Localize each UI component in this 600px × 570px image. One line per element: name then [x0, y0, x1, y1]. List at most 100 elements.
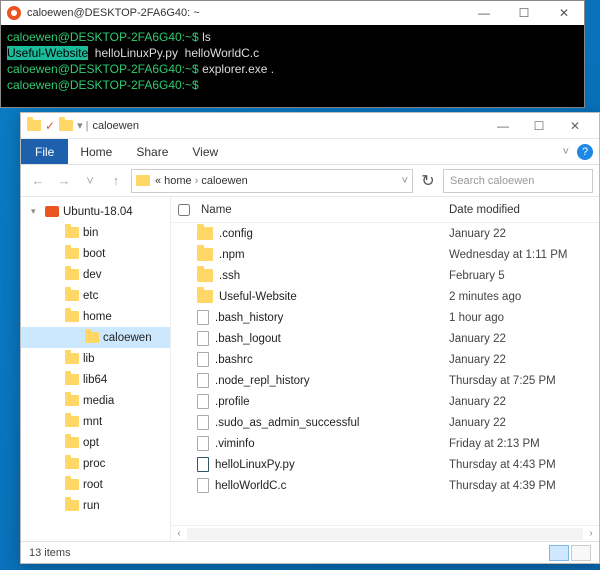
file-row[interactable]: helloWorldC.cThursday at 4:39 PM — [171, 475, 599, 496]
explorer-titlebar[interactable]: ✓ ▾ | caloewen — ☐ ✕ — [21, 113, 599, 139]
folder-icon — [65, 395, 79, 406]
tree-item[interactable]: root — [21, 474, 170, 495]
minimize-button[interactable]: — — [485, 113, 521, 139]
breadcrumb-seg[interactable]: caloewen — [201, 175, 247, 187]
tree-item[interactable]: lib64 — [21, 369, 170, 390]
tree-label: boot — [83, 248, 105, 260]
file-date: Thursday at 4:39 PM — [449, 480, 599, 492]
tree-item[interactable]: mnt — [21, 411, 170, 432]
folder-icon — [65, 479, 79, 490]
maximize-button[interactable]: ☐ — [510, 6, 538, 20]
sidebar-tree[interactable]: ▾ Ubuntu-18.04 bin boot dev etchomecaloewen… — [21, 197, 171, 541]
close-button[interactable]: ✕ — [557, 113, 593, 139]
help-icon[interactable]: ? — [577, 144, 593, 160]
file-date: January 22 — [449, 228, 599, 240]
breadcrumb-seg[interactable]: home — [164, 175, 192, 187]
terminal-titlebar[interactable]: caloewen@DESKTOP-2FA6G40: ~ — ☐ ✕ — [1, 1, 584, 25]
tree-item[interactable]: media — [21, 390, 170, 411]
tree-item[interactable]: boot — [21, 243, 170, 264]
tree-item[interactable]: run — [21, 495, 170, 516]
tree-item[interactable]: opt — [21, 432, 170, 453]
view-tab[interactable]: View — [180, 139, 230, 164]
file-date: 1 hour ago — [449, 312, 599, 324]
close-button[interactable]: ✕ — [550, 6, 578, 20]
file-icon — [197, 310, 209, 325]
file-date: 2 minutes ago — [449, 291, 599, 303]
col-date[interactable]: Date modified — [449, 204, 599, 216]
scroll-right-icon[interactable]: › — [583, 528, 599, 539]
scroll-left-icon[interactable]: ‹ — [171, 528, 187, 539]
tree-item[interactable]: bin — [21, 222, 170, 243]
folder-icon — [136, 175, 150, 186]
tree-item[interactable]: lib — [21, 348, 170, 369]
tree-item[interactable]: etc — [21, 285, 170, 306]
status-bar: 13 items — [21, 541, 599, 563]
file-row[interactable]: .npmWednesday at 1:11 PM — [171, 244, 599, 265]
select-all-checkbox[interactable] — [178, 204, 190, 216]
tree-item[interactable]: home — [21, 306, 170, 327]
file-row[interactable]: .bash_history1 hour ago — [171, 307, 599, 328]
ubuntu-icon — [45, 206, 59, 217]
icons-view-button[interactable] — [571, 545, 591, 561]
file-name: .config — [219, 228, 449, 240]
tree-item[interactable]: proc — [21, 453, 170, 474]
minimize-button[interactable]: — — [470, 6, 498, 20]
file-name: .bashrc — [215, 354, 449, 366]
scroll-track[interactable] — [187, 528, 583, 540]
folder-icon — [65, 458, 79, 469]
home-tab[interactable]: Home — [68, 139, 124, 164]
tree-item-selected[interactable]: caloewen — [21, 327, 170, 348]
terminal-window: caloewen@DESKTOP-2FA6G40: ~ — ☐ ✕ caloew… — [0, 0, 585, 108]
folder-icon — [65, 311, 79, 322]
refresh-button[interactable]: ↻ — [417, 171, 439, 191]
maximize-button[interactable]: ☐ — [521, 113, 557, 139]
file-name: .viminfo — [215, 438, 449, 450]
search-input[interactable]: Search caloewen — [443, 169, 593, 193]
forward-button[interactable]: → — [53, 170, 75, 192]
file-row[interactable]: .bashrcJanuary 22 — [171, 349, 599, 370]
share-tab[interactable]: Share — [124, 139, 180, 164]
folder-icon — [65, 353, 79, 364]
recent-button[interactable]: ˅ — [79, 170, 101, 192]
column-headers[interactable]: Name Date modified — [171, 197, 599, 223]
file-date: January 22 — [449, 354, 599, 366]
expander-icon[interactable]: ▾ — [31, 206, 41, 217]
file-date: Friday at 2:13 PM — [449, 438, 599, 450]
tree-label: dev — [83, 269, 102, 281]
file-icon — [197, 478, 209, 493]
horizontal-scrollbar[interactable]: ‹ › — [171, 525, 599, 541]
file-row[interactable]: .viminfoFriday at 2:13 PM — [171, 433, 599, 454]
breadcrumb-root[interactable]: « — [155, 175, 161, 187]
qat-pin-icon[interactable]: ✓ — [45, 119, 55, 133]
file-name: helloWorldC.c — [215, 480, 449, 492]
tree-label: run — [83, 500, 100, 512]
file-name: helloLinuxPy.py — [215, 459, 449, 471]
expand-ribbon-icon[interactable]: ˅ — [555, 146, 577, 158]
back-button[interactable]: ← — [27, 170, 49, 192]
terminal-body[interactable]: caloewen@DESKTOP-2FA6G40:~$ ls Useful-We… — [1, 25, 584, 107]
up-button[interactable]: ↑ — [105, 170, 127, 192]
file-row[interactable]: .sshFebruary 5 — [171, 265, 599, 286]
file-row[interactable]: .node_repl_historyThursday at 7:25 PM — [171, 370, 599, 391]
breadcrumb[interactable]: « home › caloewen ˅ — [131, 169, 413, 193]
col-name[interactable]: Name — [197, 204, 449, 216]
chevron-down-icon[interactable]: ˅ — [402, 175, 408, 187]
tree-item[interactable]: dev — [21, 264, 170, 285]
file-row[interactable]: helloLinuxPy.pyThursday at 4:43 PM — [171, 454, 599, 475]
file-row[interactable]: .profileJanuary 22 — [171, 391, 599, 412]
file-list[interactable]: .configJanuary 22.npmWednesday at 1:11 P… — [171, 223, 599, 525]
file-row[interactable]: .bash_logoutJanuary 22 — [171, 328, 599, 349]
folder-icon — [197, 248, 213, 261]
tree-root[interactable]: ▾ Ubuntu-18.04 — [21, 201, 170, 222]
file-tab[interactable]: File — [21, 139, 68, 164]
file-icon — [197, 436, 209, 451]
file-row[interactable]: .configJanuary 22 — [171, 223, 599, 244]
explorer-window: ✓ ▾ | caloewen — ☐ ✕ File Home Share Vie… — [20, 112, 600, 564]
file-row[interactable]: .sudo_as_admin_successfulJanuary 22 — [171, 412, 599, 433]
file-icon — [197, 373, 209, 388]
file-row[interactable]: Useful-Website2 minutes ago — [171, 286, 599, 307]
file-name: .sudo_as_admin_successful — [215, 417, 449, 429]
file-date: January 22 — [449, 396, 599, 408]
folder-icon — [65, 416, 79, 427]
details-view-button[interactable] — [549, 545, 569, 561]
